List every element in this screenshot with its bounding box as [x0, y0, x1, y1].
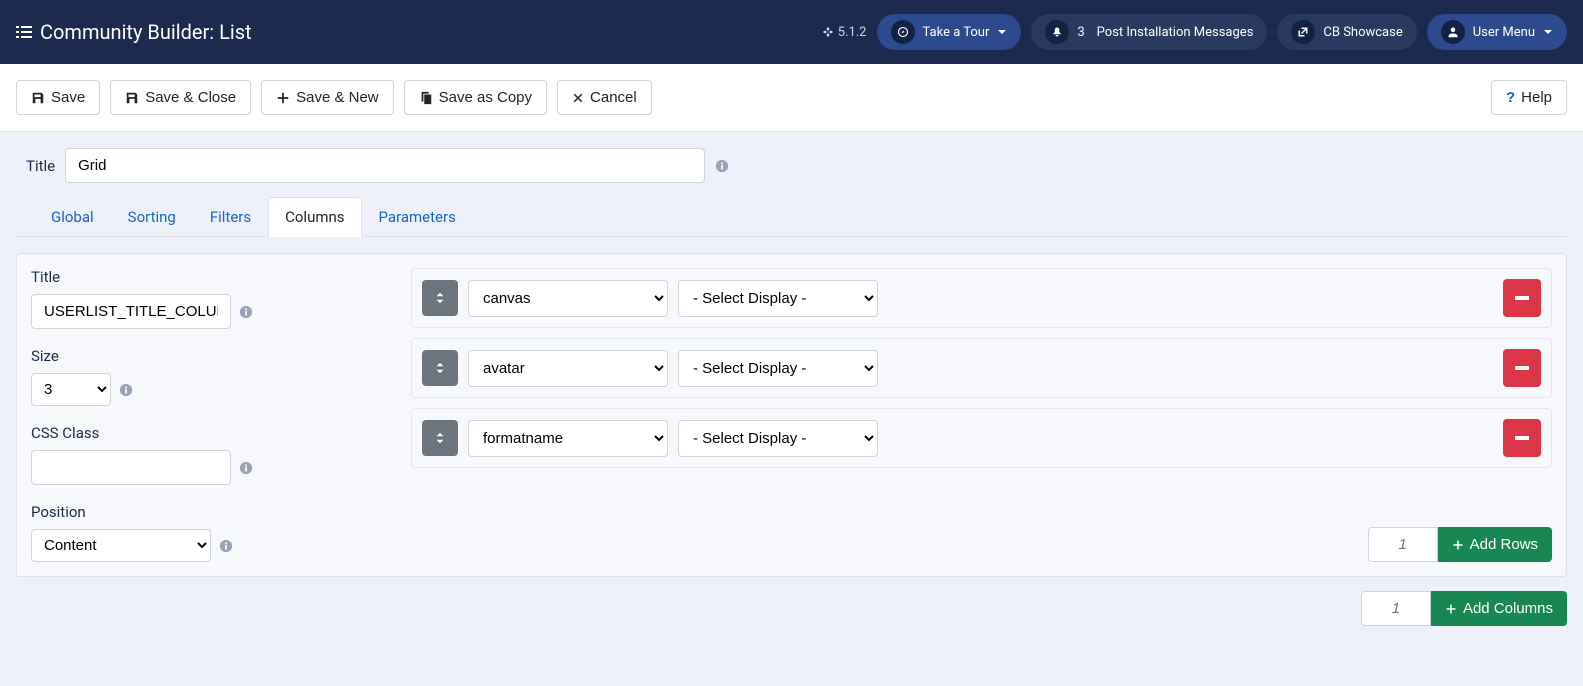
header-right: 5.1.2 Take a Tour 3 Post Installation Me…	[822, 14, 1567, 50]
close-icon	[572, 92, 584, 104]
field-select[interactable]: avatar	[468, 350, 668, 387]
drag-handle[interactable]	[422, 350, 458, 386]
save-new-button[interactable]: Save & New	[261, 80, 394, 115]
help-button[interactable]: ? Help	[1491, 80, 1567, 115]
chevron-down-icon	[1543, 27, 1553, 37]
tab-columns[interactable]: Columns	[268, 197, 361, 237]
display-select[interactable]: - Select Display -	[678, 420, 878, 457]
size-label: Size	[31, 347, 391, 365]
remove-row-button[interactable]	[1503, 349, 1541, 387]
page-title: Community Builder: List	[16, 20, 252, 44]
add-columns-count-input[interactable]	[1361, 591, 1431, 626]
field-row: canvas - Select Display -	[411, 268, 1552, 328]
title-field-row: Title	[16, 148, 1567, 183]
title-label: Title	[16, 157, 55, 175]
column-title-input[interactable]	[31, 294, 231, 329]
field-row: formatname - Select Display -	[411, 408, 1552, 468]
top-header: Community Builder: List 5.1.2 Take a Tou…	[0, 0, 1583, 64]
plus-icon	[1445, 603, 1457, 615]
info-icon[interactable]	[119, 383, 133, 397]
add-rows-count-input[interactable]	[1368, 527, 1438, 562]
showcase-button[interactable]: CB Showcase	[1277, 14, 1416, 50]
add-rows-bar: Add Rows	[411, 517, 1552, 562]
css-class-label: CSS Class	[31, 424, 391, 442]
save-button[interactable]: Save	[16, 80, 100, 115]
size-select[interactable]: 3	[31, 373, 111, 406]
field-select[interactable]: canvas	[468, 280, 668, 317]
joomla-icon	[822, 26, 834, 38]
action-toolbar: Save Save & Close Save & New Save as Cop…	[0, 64, 1583, 132]
column-settings: Title Size 3 CSS Class	[31, 268, 391, 562]
css-class-input[interactable]	[31, 450, 231, 485]
info-icon[interactable]	[219, 539, 233, 553]
chevron-down-icon	[997, 27, 1007, 37]
notifications-button[interactable]: 3 Post Installation Messages	[1031, 14, 1267, 50]
drag-handle[interactable]	[422, 280, 458, 316]
tab-sorting[interactable]: Sorting	[111, 197, 193, 237]
user-menu-button[interactable]: User Menu	[1427, 14, 1567, 50]
add-columns-button[interactable]: Add Columns	[1431, 591, 1567, 626]
notification-count: 3	[1077, 25, 1084, 40]
remove-row-button[interactable]	[1503, 279, 1541, 317]
plus-icon	[276, 91, 290, 105]
compass-icon	[891, 20, 915, 44]
add-columns-bar: Add Columns	[16, 591, 1567, 626]
drag-handle[interactable]	[422, 420, 458, 456]
info-icon[interactable]	[239, 305, 253, 319]
bell-icon	[1045, 20, 1069, 44]
cancel-button[interactable]: Cancel	[557, 80, 652, 115]
list-icon	[16, 24, 32, 40]
content-area: Title Global Sorting Filters Columns Par…	[0, 132, 1583, 650]
external-link-icon	[1291, 20, 1315, 44]
user-icon	[1441, 20, 1465, 44]
title-input[interactable]	[65, 148, 705, 183]
display-select[interactable]: - Select Display -	[678, 350, 878, 387]
page-title-text: Community Builder: List	[40, 20, 252, 44]
info-icon[interactable]	[715, 159, 729, 173]
position-select[interactable]: Content	[31, 529, 211, 562]
field-select[interactable]: formatname	[468, 420, 668, 457]
tab-filters[interactable]: Filters	[193, 197, 268, 237]
tab-bar: Global Sorting Filters Columns Parameter…	[16, 197, 1567, 237]
field-rows: canvas - Select Display - avatar - Select D…	[411, 268, 1552, 562]
plus-icon	[1452, 539, 1464, 551]
display-select[interactable]: - Select Display -	[678, 280, 878, 317]
copy-icon	[419, 91, 433, 105]
add-rows-button[interactable]: Add Rows	[1438, 527, 1552, 562]
version-label: 5.1.2	[822, 25, 867, 40]
save-icon	[125, 91, 139, 105]
position-label: Position	[31, 503, 391, 521]
column-panel: Title Size 3 CSS Class	[16, 253, 1567, 577]
save-copy-button[interactable]: Save as Copy	[404, 80, 547, 115]
remove-row-button[interactable]	[1503, 419, 1541, 457]
column-title-label: Title	[31, 268, 391, 286]
save-close-button[interactable]: Save & Close	[110, 80, 251, 115]
question-icon: ?	[1506, 89, 1515, 106]
tab-parameters[interactable]: Parameters	[362, 197, 473, 237]
take-tour-button[interactable]: Take a Tour	[877, 14, 1022, 50]
info-icon[interactable]	[239, 461, 253, 475]
field-row: avatar - Select Display -	[411, 338, 1552, 398]
save-icon	[31, 91, 45, 105]
tab-global[interactable]: Global	[34, 197, 111, 237]
